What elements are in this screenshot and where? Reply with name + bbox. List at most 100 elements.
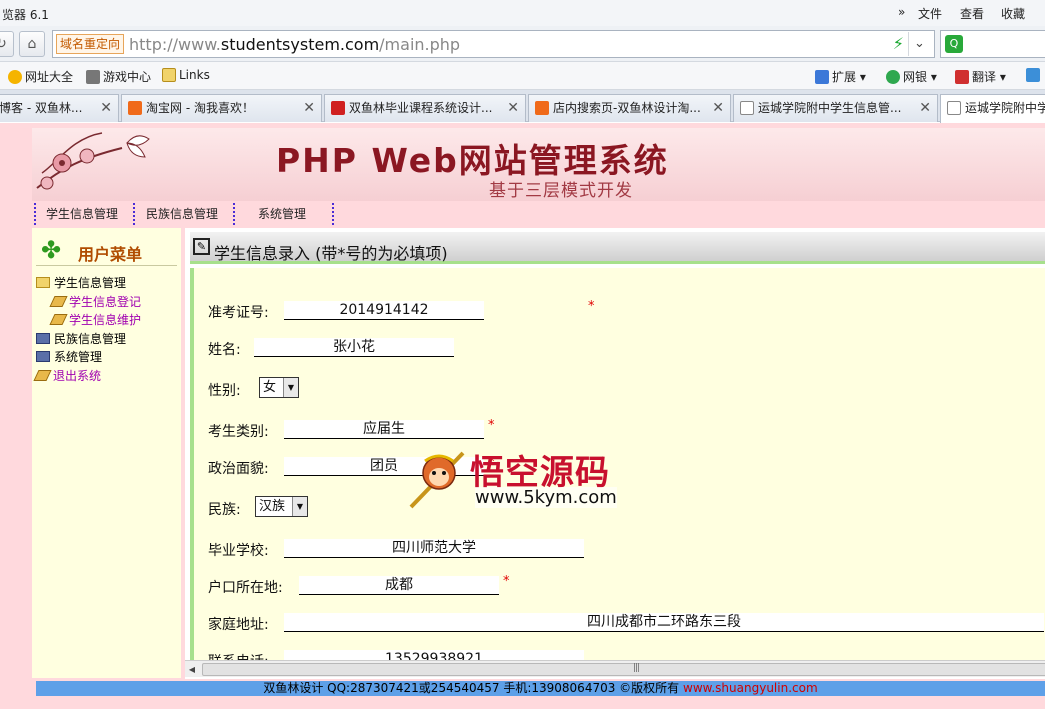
- menu-view[interactable]: 查看: [960, 5, 984, 22]
- close-icon[interactable]: ✕: [919, 95, 931, 121]
- tab-shop-search[interactable]: 店内搜索页-双鱼林设计淘... ✕: [528, 94, 731, 122]
- menu-favorites[interactable]: 收藏: [1001, 5, 1025, 22]
- name-input[interactable]: 张小花: [254, 338, 454, 357]
- field-label: 毕业学校:: [208, 543, 269, 559]
- toolbar-extensions[interactable]: 扩展 ▾: [815, 68, 866, 85]
- chevron-right-icon[interactable]: »: [898, 5, 905, 19]
- menu-ethnicity-info[interactable]: 民族信息管理: [36, 330, 141, 349]
- close-icon[interactable]: ✕: [303, 95, 315, 121]
- close-icon[interactable]: ✕: [100, 95, 112, 121]
- translate-icon: [955, 70, 969, 84]
- category-input[interactable]: 应届生: [284, 420, 484, 439]
- home-icon[interactable]: ⌂: [19, 31, 45, 57]
- dropdown-arrow-icon[interactable]: ▼: [292, 497, 307, 516]
- field-exam-no: 准考证号: 2014914142 *: [208, 299, 595, 322]
- field-label: 民族:: [208, 502, 241, 518]
- monkey-king-logo-icon: [409, 451, 465, 509]
- address-toolbar: ↻ ⌂ 域名重定向 http://www.studentsystem.com/m…: [0, 26, 1045, 62]
- close-icon[interactable]: ✕: [507, 95, 519, 121]
- field-political: 政治面貌: 团员 *: [208, 455, 495, 478]
- menu-student-maintain[interactable]: 学生信息维护: [36, 311, 141, 330]
- books-icon: [36, 332, 50, 344]
- menu-student-register[interactable]: 学生信息登记: [36, 293, 141, 312]
- refresh-icon[interactable]: ↻: [0, 31, 14, 57]
- field-label: 户口所在地:: [208, 580, 283, 596]
- toolbar-translate[interactable]: 翻译 ▾: [955, 68, 1006, 85]
- speed-mode-icon[interactable]: ⚡: [893, 34, 904, 53]
- address-bar[interactable]: 域名重定向 http://www.studentsystem.com/main.…: [52, 30, 935, 58]
- menu-system[interactable]: 系统管理: [36, 348, 141, 367]
- horizontal-scrollbar[interactable]: ◀ |||: [185, 660, 1045, 677]
- fav-links[interactable]: Links: [162, 68, 210, 82]
- field-label: 姓名:: [208, 342, 241, 358]
- field-label: 性别:: [208, 383, 241, 399]
- form-header: ✎ 学生信息录入 (带*号的为必填项): [190, 232, 1045, 264]
- field-address: 家庭地址: 四川成都市二环路东三段: [208, 613, 1044, 634]
- footer-link[interactable]: www.shuangyulin.com: [683, 681, 818, 695]
- nav-ethnicity-info[interactable]: 民族信息管理: [146, 202, 218, 226]
- scroll-left-icon[interactable]: ◀: [185, 663, 199, 676]
- nav-divider: [34, 203, 36, 225]
- books-icon: [36, 351, 50, 362]
- exam-no-input[interactable]: 2014914142: [284, 301, 484, 320]
- url-text[interactable]: http://www.studentsystem.com/main.php: [129, 35, 460, 54]
- school-input[interactable]: 四川师范大学: [284, 539, 584, 558]
- document-icon: [33, 369, 52, 381]
- folder-open-icon: [36, 277, 50, 288]
- taobao-icon: [128, 101, 142, 115]
- bank-icon: [886, 70, 900, 84]
- fav-url-directory[interactable]: 网址大全: [8, 68, 73, 85]
- search-icon[interactable]: Q: [945, 35, 963, 53]
- required-mark: *: [503, 574, 510, 589]
- scrollbar-thumb[interactable]: [202, 663, 1045, 676]
- ethnicity-select[interactable]: 汉族 ▼: [255, 496, 308, 517]
- folder-icon: [162, 68, 176, 82]
- top-navigation: 学生信息管理 民族信息管理 系统管理: [32, 202, 1045, 226]
- chevron-down-icon[interactable]: ⌄: [908, 32, 930, 56]
- toolbar-netbank[interactable]: 网银 ▾: [886, 68, 937, 85]
- nav-divider: [133, 203, 135, 225]
- field-label: 准考证号:: [208, 305, 269, 321]
- flower-decoration-icon: [36, 132, 150, 190]
- compass-icon: [8, 70, 22, 84]
- footer-copyright: 双鱼林设计 QQ:287307421或254540457 手机:13908064…: [263, 681, 680, 695]
- watermark-url: www.5kym.com: [475, 487, 617, 508]
- watermark: 悟空源码 www.5kym.com: [407, 441, 637, 515]
- fav-game-center[interactable]: 游戏中心: [86, 68, 151, 85]
- document-icon: [49, 295, 68, 307]
- page-icon: [947, 101, 961, 115]
- nav-system[interactable]: 系统管理: [258, 202, 306, 226]
- tab-blog[interactable]: 博客 - 双鱼林... ✕: [0, 94, 119, 122]
- nav-student-info[interactable]: 学生信息管理: [46, 202, 118, 226]
- field-category: 考生类别: 应届生 *: [208, 418, 495, 441]
- page-footer: 双鱼林设计 QQ:287307421或254540457 手机:13908064…: [36, 681, 1045, 696]
- user-menu-title: 用户菜单: [78, 245, 143, 264]
- close-icon[interactable]: ✕: [712, 95, 724, 121]
- field-hukou: 户口所在地: 成都 *: [208, 574, 510, 597]
- screenshot-icon: [1026, 68, 1040, 82]
- field-label: 政治面貌:: [208, 461, 269, 477]
- gamepad-icon: [86, 70, 100, 84]
- hukou-input[interactable]: 成都: [299, 576, 499, 595]
- search-input[interactable]: Q: [940, 30, 1045, 58]
- menu-tree: 学生信息管理 学生信息登记 学生信息维护 民族信息管理 系统管理 退出系统: [33, 274, 141, 386]
- tab-taobao[interactable]: 淘宝网 - 淘我喜欢！ ✕: [121, 94, 322, 122]
- toolbar-more[interactable]: [1026, 68, 1043, 82]
- dropdown-arrow-icon[interactable]: ▼: [283, 378, 298, 397]
- menu-file[interactable]: 文件: [918, 5, 942, 22]
- tab-student-info-active[interactable]: 运城学院附中学: [940, 94, 1045, 123]
- gender-select[interactable]: 女 ▼: [259, 377, 299, 398]
- menu-student-info[interactable]: 学生信息管理: [36, 274, 141, 293]
- site-banner: PHP Web网站管理系统 基于三层模式开发: [32, 128, 1045, 201]
- browser-app-title: 览器 6.1: [2, 8, 49, 22]
- address-input[interactable]: 四川成都市二环路东三段: [284, 613, 1044, 632]
- scroll-grip-icon: |||: [633, 663, 640, 673]
- domain-redirect-badge[interactable]: 域名重定向: [56, 34, 125, 54]
- browser-titlebar: 览器 6.1 » 文件 查看 收藏: [0, 0, 1045, 26]
- field-label: 考生类别:: [208, 424, 269, 440]
- tab-course-system[interactable]: 双鱼林毕业课程系统设计... ✕: [324, 94, 526, 122]
- field-school: 毕业学校: 四川师范大学: [208, 539, 584, 560]
- field-gender: 性别: 女 ▼: [208, 377, 299, 400]
- menu-logout[interactable]: 退出系统: [33, 367, 141, 386]
- tab-student-info-1[interactable]: 运城学院附中学生信息管... ✕: [733, 94, 938, 122]
